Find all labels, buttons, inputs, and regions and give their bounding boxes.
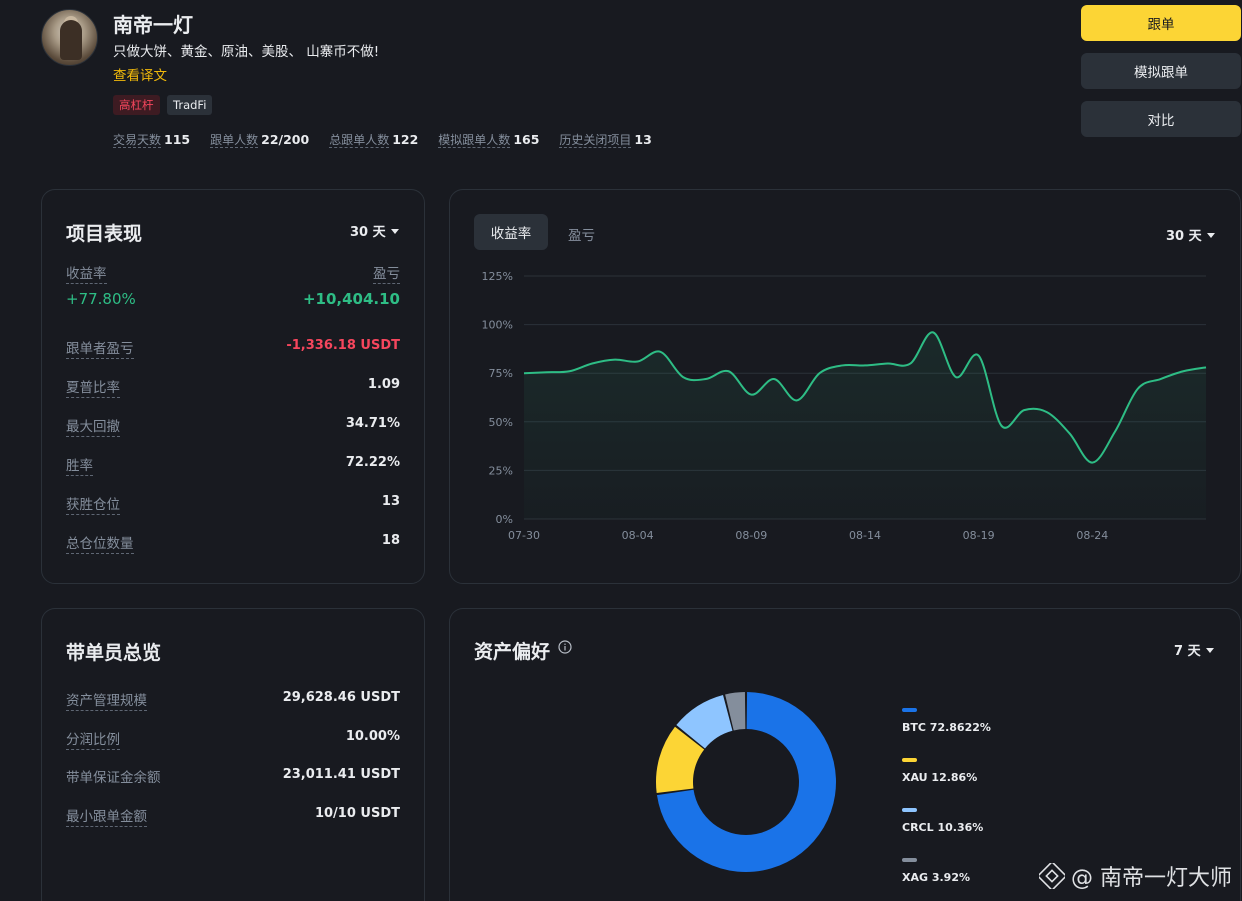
tag-high-leverage: 高杠杆	[113, 95, 160, 115]
asset-preference-title: 资产偏好	[474, 641, 551, 663]
xau-swatch	[902, 758, 917, 762]
xag-swatch	[902, 858, 917, 862]
performance-title: 项目表现	[66, 223, 143, 245]
min-copy-value: 10/10 USDT	[314, 806, 400, 821]
max-drawdown-label: 最大回撤	[66, 415, 120, 437]
legend-item-xag: XAG 3.92%	[902, 858, 970, 884]
mock-copy-button[interactable]: 模拟跟单	[1081, 53, 1241, 89]
winning-positions-value: 13	[381, 494, 400, 509]
profile-name: 南帝一灯	[113, 13, 193, 37]
legend-item-btc: BTC 72.8622%	[902, 708, 991, 734]
win-rate-value: 72.22%	[345, 455, 400, 470]
x-tick-label: 08-14	[849, 529, 881, 542]
tag-tradfi: TradFi	[167, 95, 213, 115]
avatar	[41, 9, 98, 66]
legend-item-crcl: CRCL 10.36%	[902, 808, 983, 834]
margin-balance-label: 带单保证金余额	[66, 770, 161, 786]
copy-button[interactable]: 跟单	[1081, 5, 1241, 41]
watermark: @ 南帝一灯大师	[1039, 860, 1232, 892]
asset-donut-chart	[656, 692, 836, 872]
performance-period-dropdown[interactable]: 30 天	[350, 221, 399, 240]
y-tick-label: 100%	[482, 319, 513, 332]
y-tick-label: 75%	[489, 367, 513, 380]
y-tick-label: 50%	[489, 416, 513, 429]
legend-item-xau: XAU 12.86%	[902, 758, 977, 784]
stat-copiers: 跟单人数 22/200	[210, 132, 310, 148]
btc-swatch	[902, 708, 917, 712]
copier-pnl-label: 跟单者盈亏	[66, 337, 134, 359]
x-tick-label: 08-09	[735, 529, 767, 542]
winning-positions-label: 获胜仓位	[66, 493, 120, 515]
aum-value: 29,628.46 USDT	[282, 690, 400, 705]
copier-pnl-value: -1,336.18 USDT	[286, 338, 400, 353]
stat-trading-days: 交易天数 115	[113, 132, 191, 148]
chart-period-dropdown[interactable]: 30 天	[1166, 225, 1215, 244]
y-tick-label: 125%	[482, 270, 513, 283]
binance-logo-icon	[1039, 863, 1065, 889]
total-positions-label: 总仓位数量	[66, 532, 134, 554]
total-positions-value: 18	[381, 533, 400, 548]
tab-pnl[interactable]: 盈亏	[568, 224, 595, 244]
tab-roi[interactable]: 收益率	[474, 214, 548, 250]
translate-link[interactable]: 查看译文	[113, 64, 167, 84]
x-tick-label: 08-04	[622, 529, 654, 542]
y-tick-label: 25%	[489, 464, 513, 477]
profile-bio: 只做大饼、黄金、原油、美股、 山寨币不做!	[113, 44, 380, 60]
aum-label: 资产管理规模	[66, 689, 147, 711]
y-tick-label: 0%	[496, 513, 513, 526]
stat-total-copiers: 总跟单人数 122	[329, 132, 419, 148]
margin-balance-value: 23,011.41 USDT	[282, 767, 400, 782]
leader-overview-title: 带单员总览	[66, 642, 162, 664]
info-icon[interactable]	[558, 640, 572, 654]
crcl-swatch	[902, 808, 917, 812]
roi-value: +77.80%	[66, 290, 136, 308]
min-copy-label: 最小跟单金额	[66, 805, 147, 827]
stat-closed-projects: 历史关闭项目 13	[559, 132, 652, 148]
pnl-value: +10,404.10	[302, 290, 400, 308]
asset-period-dropdown[interactable]: 7 天	[1174, 640, 1214, 659]
x-tick-label: 08-19	[963, 529, 995, 542]
x-tick-label: 07-30	[508, 529, 540, 542]
max-drawdown-value: 34.71%	[345, 416, 400, 431]
profit-share-value: 10.00%	[345, 729, 400, 744]
profile-stats: 交易天数 115 跟单人数 22/200 总跟单人数 122 模拟跟单人数 165 历史…	[113, 131, 652, 148]
sharpe-label: 夏普比率	[66, 376, 120, 398]
stat-mock-copiers: 模拟跟单人数 165	[438, 132, 540, 148]
profit-share-label: 分润比例	[66, 728, 120, 750]
roi-chart: 125% 100% 75% 50% 25% 0% 07-30 08-04 08-09 08-14…	[482, 270, 1207, 542]
win-rate-label: 胜率	[66, 454, 93, 476]
compare-button[interactable]: 对比	[1081, 101, 1241, 137]
roi-label: 收益率	[66, 262, 107, 284]
sharpe-value: 1.09	[367, 377, 400, 392]
pnl-label: 盈亏	[373, 262, 400, 284]
x-tick-label: 08-24	[1076, 529, 1108, 542]
